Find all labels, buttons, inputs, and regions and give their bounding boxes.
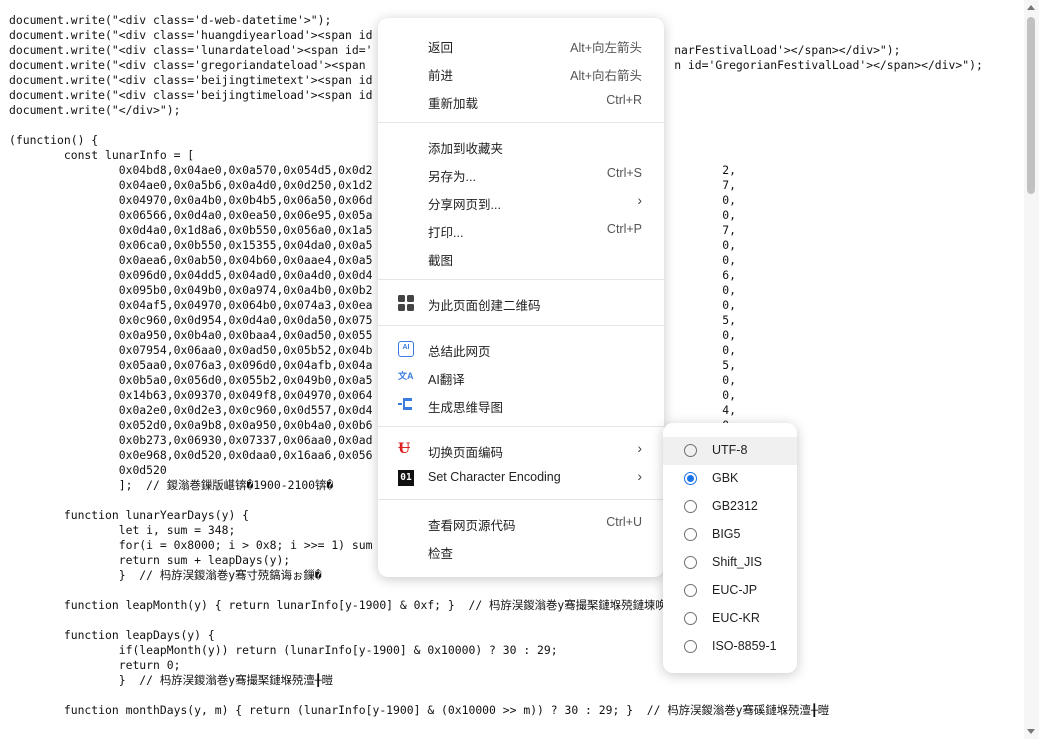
menu-item-inspect[interactable]: 检查	[386, 539, 656, 563]
menu-item-forward[interactable]: 前进 Alt+向右箭头	[386, 61, 656, 85]
radio-button-selected	[684, 472, 697, 485]
menu-item-summarize[interactable]: AI 总结此网页	[386, 337, 656, 361]
menu-item-ai-translate[interactable]: 文A AI翻译	[386, 365, 656, 389]
mind-map-icon	[398, 397, 414, 413]
chevron-right-icon: ›	[637, 468, 642, 484]
radio-button	[684, 556, 697, 569]
menu-separator	[378, 426, 664, 427]
context-menu: 返回 Alt+向左箭头 前进 Alt+向右箭头 重新加载 Ctrl+R 添加到收…	[378, 18, 664, 577]
vertical-scrollbar[interactable]	[1024, 0, 1039, 739]
radio-button	[684, 584, 697, 597]
menu-item-share[interactable]: 分享网页到... ›	[386, 190, 656, 214]
menu-item-set-character-encoding[interactable]: 01 Set Character Encoding ›	[386, 466, 656, 490]
radio-button	[684, 500, 697, 513]
encoding-option-euc-jp[interactable]: EUC-JP	[663, 577, 797, 605]
encoding-option-gb2312[interactable]: GB2312	[663, 493, 797, 521]
translate-icon: 文A	[398, 371, 414, 381]
menu-item-back[interactable]: 返回 Alt+向左箭头	[386, 33, 656, 57]
menu-separator	[378, 279, 664, 280]
menu-item-mind-map[interactable]: 生成思维导图	[386, 393, 656, 417]
menu-separator	[378, 122, 664, 123]
radio-button	[684, 640, 697, 653]
radio-button	[684, 612, 697, 625]
menu-item-switch-encoding[interactable]: Ʉ 切换页面编码 ›	[386, 438, 656, 462]
menu-item-screenshot[interactable]: 截图	[386, 246, 656, 270]
menu-item-reload[interactable]: 重新加载 Ctrl+R	[386, 89, 656, 113]
scroll-up-arrow-icon[interactable]	[1027, 5, 1035, 10]
encoding-icon: Ʉ	[398, 441, 411, 457]
radio-button	[684, 444, 697, 457]
encoding-option-utf8[interactable]: UTF-8	[663, 437, 797, 465]
menu-item-qr-code[interactable]: 为此页面创建二维码	[386, 291, 656, 315]
menu-item-view-source[interactable]: 查看网页源代码 Ctrl+U	[386, 511, 656, 535]
menu-separator	[378, 499, 664, 500]
menu-item-save-as[interactable]: 另存为... Ctrl+S	[386, 162, 656, 186]
encoding-submenu: UTF-8 GBK GB2312 BIG5 Shift_JIS EUC-JP E…	[663, 423, 797, 673]
menu-item-print[interactable]: 打印... Ctrl+P	[386, 218, 656, 242]
ai-summary-icon: AI	[398, 341, 414, 357]
chevron-right-icon: ›	[637, 192, 642, 208]
radio-button	[684, 528, 697, 541]
encoding-option-euc-kr[interactable]: EUC-KR	[663, 605, 797, 633]
encoding-option-big5[interactable]: BIG5	[663, 521, 797, 549]
scroll-down-arrow-icon[interactable]	[1027, 729, 1035, 734]
encoding-option-gbk[interactable]: GBK	[663, 465, 797, 493]
qr-code-icon	[398, 295, 414, 311]
binary-01-icon: 01	[398, 470, 414, 486]
menu-separator	[378, 325, 664, 326]
menu-item-bookmark[interactable]: 添加到收藏夹	[386, 134, 656, 158]
encoding-option-shift-jis[interactable]: Shift_JIS	[663, 549, 797, 577]
chevron-right-icon: ›	[637, 440, 642, 456]
scrollbar-thumb[interactable]	[1027, 17, 1035, 194]
encoding-option-iso-8859-1[interactable]: ISO-8859-1	[663, 633, 797, 661]
